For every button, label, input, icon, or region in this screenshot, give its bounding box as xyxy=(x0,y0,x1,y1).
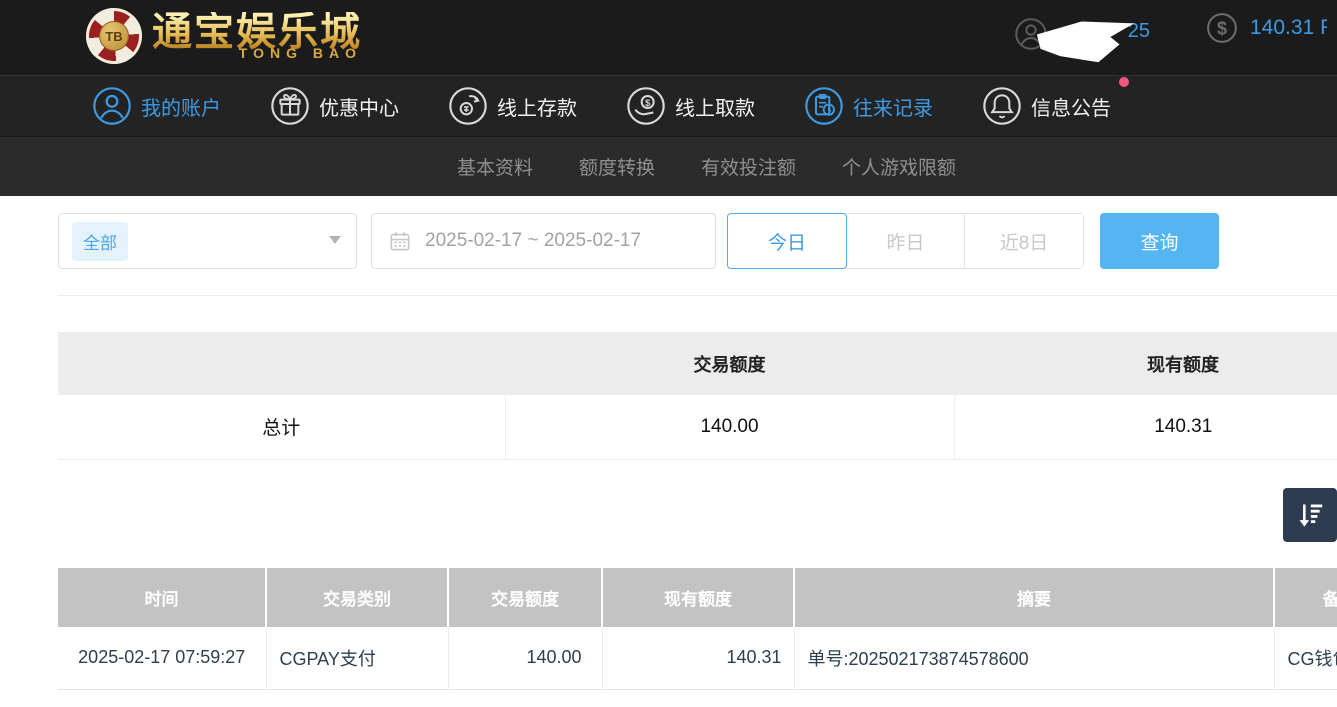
records-col-transaction-amount: 交易额度 xyxy=(448,568,602,627)
withdraw-icon: $ xyxy=(626,86,666,126)
date-range-input[interactable]: 2025-02-17 ~ 2025-02-17 xyxy=(371,213,716,269)
nav-item-announcements[interactable]: 信息公告 xyxy=(982,86,1111,126)
dollar-coin-icon: $ xyxy=(1206,12,1238,44)
notification-dot xyxy=(1119,77,1129,87)
record-type: CGPAY支付 xyxy=(266,627,448,690)
nav-label: 我的账户 xyxy=(141,92,221,121)
sort-descending-button[interactable] xyxy=(1283,488,1337,542)
selected-type-tag[interactable]: 全部 xyxy=(72,222,128,261)
nav-label: 线上存款 xyxy=(497,92,577,121)
nav-item-transaction-records[interactable]: 往来记录 xyxy=(804,86,933,126)
poker-chip-icon: TB xyxy=(86,8,142,64)
records-col-type: 交易类别 xyxy=(266,568,448,627)
record-time: 2025-02-17 07:59:27 xyxy=(58,627,266,690)
main-nav: 我的账户 优惠中心 线上存款 $ 线上取款 xyxy=(0,75,1337,136)
gift-icon xyxy=(270,86,310,126)
summary-table: 交易额度 现有额度 总计 140.00 140.31 xyxy=(58,332,1337,460)
search-button[interactable]: 查询 xyxy=(1100,213,1219,269)
section-divider xyxy=(58,295,1337,296)
subnav-item-basic-info[interactable]: 基本资料 xyxy=(457,153,533,180)
account-subnav: 基本资料 额度转换 有效投注额 个人游戏限额 xyxy=(0,136,1337,196)
subnav-item-game-limits[interactable]: 个人游戏限额 xyxy=(842,153,956,180)
quick-range-group: 今日 昨日 近8日 xyxy=(727,213,1084,269)
site-logo[interactable]: TB 通宝娱乐城 TONG BAO xyxy=(86,8,362,64)
user-account-area[interactable]: 25 xyxy=(1014,14,1150,54)
record-current-balance: 140.31 xyxy=(602,627,794,690)
nav-label: 往来记录 xyxy=(853,92,933,121)
records-col-summary: 摘要 xyxy=(794,568,1274,627)
records-table: 时间 交易类别 交易额度 现有额度 摘要 备注 2025-02-17 07:59… xyxy=(58,568,1337,691)
type-filter-select[interactable]: 全部 xyxy=(58,213,357,269)
chevron-down-icon xyxy=(329,236,341,244)
records-header-row: 时间 交易类别 交易额度 现有额度 摘要 备注 xyxy=(58,568,1337,627)
summary-header-row: 交易额度 现有额度 xyxy=(58,332,1337,395)
subnav-item-valid-bets[interactable]: 有效投注额 xyxy=(701,153,796,180)
record-transaction-amount: 140.00 xyxy=(448,627,602,690)
bell-icon xyxy=(982,86,1022,126)
records-table-wrap: 时间 交易类别 交易额度 现有额度 摘要 备注 2025-02-17 07:59… xyxy=(58,568,1337,691)
records-col-current-balance: 现有额度 xyxy=(602,568,794,627)
chip-core-label: TB xyxy=(99,21,129,51)
deposit-icon xyxy=(448,86,488,126)
sort-row xyxy=(0,488,1337,542)
subnav-item-quota-transfer[interactable]: 额度转换 xyxy=(579,153,655,180)
record-summary: 单号:202502173874578600 xyxy=(794,627,1274,690)
balance-area[interactable]: $ 140.31 R xyxy=(1206,12,1327,44)
nav-label: 优惠中心 xyxy=(319,92,399,121)
range-button-yesterday[interactable]: 昨日 xyxy=(847,214,965,268)
record-remark: CG钱包 xyxy=(1274,627,1337,690)
balance-amount: 140.31 R xyxy=(1250,16,1327,40)
svg-text:$: $ xyxy=(645,98,651,108)
sort-descending-icon xyxy=(1293,498,1327,532)
range-button-today[interactable]: 今日 xyxy=(727,213,847,269)
user-circle-icon xyxy=(92,86,132,126)
summary-total-transaction-amount: 140.00 xyxy=(505,395,954,459)
calendar-icon xyxy=(387,228,413,254)
summary-total-current-balance: 140.31 xyxy=(954,395,1337,459)
currency-partial: R xyxy=(1320,16,1327,40)
table-row: 2025-02-17 07:59:27 CGPAY支付 140.00 140.3… xyxy=(58,627,1337,690)
nav-item-promotions[interactable]: 优惠中心 xyxy=(270,86,399,126)
filter-toolbar: 全部 2025-02-17 ~ 2025-02-17 今日 昨日 近8日 查询 xyxy=(58,213,1337,269)
summary-table-wrap: 交易额度 现有额度 总计 140.00 140.31 xyxy=(58,332,1337,460)
range-button-last-8-days[interactable]: 近8日 xyxy=(965,214,1083,268)
nav-item-online-deposit[interactable]: 线上存款 xyxy=(448,86,577,126)
redaction-scribble xyxy=(1034,15,1142,72)
summary-col-current-balance: 现有额度 xyxy=(954,332,1337,395)
records-icon xyxy=(804,86,844,126)
summary-col-transaction-amount: 交易额度 xyxy=(505,332,954,395)
date-range-value: 2025-02-17 ~ 2025-02-17 xyxy=(425,230,641,252)
nav-label: 线上取款 xyxy=(675,92,755,121)
summary-total-row: 总计 140.00 140.31 xyxy=(58,395,1337,459)
records-col-time: 时间 xyxy=(58,568,266,627)
nav-item-my-account[interactable]: 我的账户 xyxy=(92,86,221,126)
summary-col-blank xyxy=(58,332,505,395)
site-subtitle: TONG BAO xyxy=(239,46,362,60)
top-header: TB 通宝娱乐城 TONG BAO 25 $ 140.31 R xyxy=(0,0,1337,75)
nav-item-online-withdrawal[interactable]: $ 线上取款 xyxy=(626,86,755,126)
records-col-remark: 备注 xyxy=(1274,568,1337,627)
svg-text:$: $ xyxy=(1217,19,1227,39)
username: 25 xyxy=(1054,14,1150,54)
nav-label: 信息公告 xyxy=(1031,92,1111,121)
summary-total-label: 总计 xyxy=(58,395,505,459)
